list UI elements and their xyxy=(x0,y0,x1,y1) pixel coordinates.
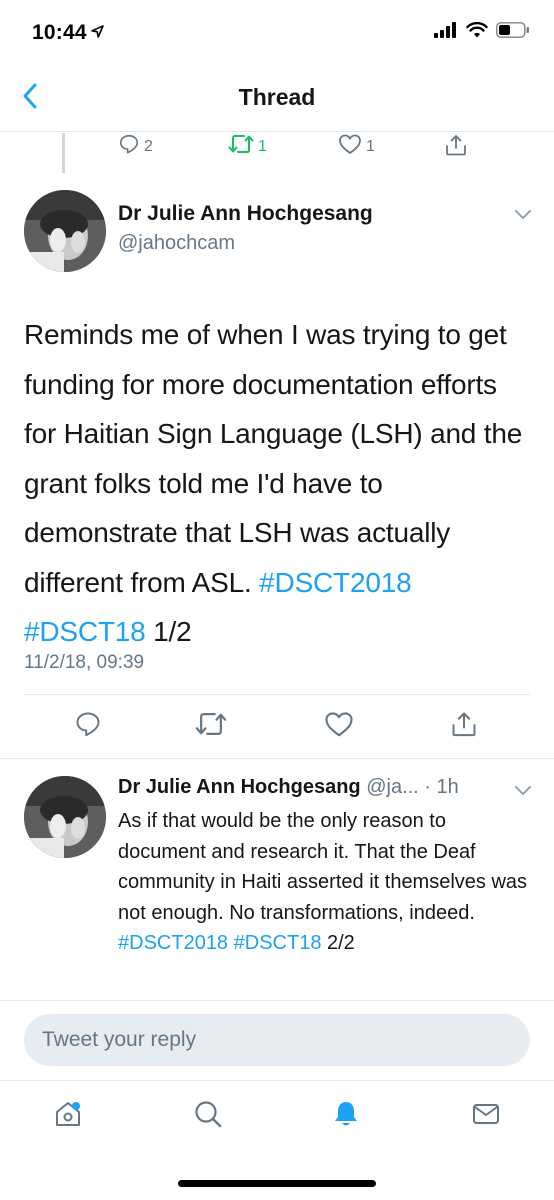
divider xyxy=(0,758,554,759)
wifi-icon xyxy=(466,21,488,43)
retweet-count: 1 xyxy=(258,137,267,155)
share-icon xyxy=(450,712,478,742)
share-icon xyxy=(444,133,468,162)
reply-input[interactable] xyxy=(24,1014,530,1066)
retweet-button[interactable] xyxy=(195,710,227,743)
tab-search[interactable] xyxy=(188,1096,228,1136)
tweet-age: 1h xyxy=(436,776,459,798)
reply-icon xyxy=(74,712,102,742)
thread-counter: 2/2 xyxy=(321,932,355,955)
share-button[interactable] xyxy=(450,710,478,743)
clock-time: 10:44 xyxy=(32,21,87,44)
hashtag-link[interactable]: #DSCT2018 xyxy=(118,932,228,954)
hashtag-link[interactable]: #DSCT18 xyxy=(24,616,146,647)
tab-notifications[interactable] xyxy=(326,1096,366,1136)
notifications-icon xyxy=(331,1099,361,1134)
reply-count: 2 xyxy=(144,137,153,155)
thread-counter: 1/2 xyxy=(145,616,192,647)
reply-button[interactable] xyxy=(74,710,102,743)
previous-tweet-actions: 2 1 1 xyxy=(0,133,554,161)
retweet-icon xyxy=(228,133,254,160)
location-arrow-icon xyxy=(90,20,104,44)
like-button[interactable]: 1 xyxy=(338,133,375,160)
retweet-icon xyxy=(195,713,227,742)
divider xyxy=(0,1080,554,1081)
reply-tweet[interactable]: Dr Julie Ann Hochgesang @ja... · 1h As i… xyxy=(0,760,554,1000)
battery-icon xyxy=(496,22,530,43)
tweet-options-button[interactable] xyxy=(514,208,532,226)
hashtag-link[interactable]: #DSCT18 xyxy=(234,932,322,954)
tab-bar xyxy=(0,1082,554,1152)
reply-button[interactable]: 2 xyxy=(118,133,153,160)
avatar[interactable] xyxy=(24,776,106,858)
tab-messages[interactable] xyxy=(466,1096,506,1136)
avatar[interactable] xyxy=(24,190,106,272)
divider xyxy=(0,1000,554,1001)
page-title: Thread xyxy=(238,84,316,110)
status-icons xyxy=(434,21,530,43)
home-indicator[interactable] xyxy=(178,1180,376,1187)
signal-icon xyxy=(434,22,458,43)
like-icon xyxy=(324,712,354,742)
author-name[interactable]: Dr Julie Ann Hochgesang xyxy=(118,776,361,798)
tab-home[interactable] xyxy=(48,1096,88,1136)
tweet-timestamp: 11/2/18, 09:39 xyxy=(24,652,145,673)
tweet-text: Reminds me of when I was trying to get f… xyxy=(24,310,534,657)
reply-composer xyxy=(24,1014,530,1066)
hashtag-link[interactable]: #DSCT2018 xyxy=(259,567,411,598)
like-button[interactable] xyxy=(324,710,354,743)
new-content-dot xyxy=(72,1102,80,1110)
like-count: 1 xyxy=(366,137,375,155)
main-tweet-actions xyxy=(0,710,554,746)
status-time: 10:44 xyxy=(32,20,104,45)
tweet-body: As if that would be the only reason to d… xyxy=(118,810,528,924)
author-name[interactable]: Dr Julie Ann Hochgesang xyxy=(118,202,373,226)
retweet-button[interactable]: 1 xyxy=(228,133,267,160)
chevron-down-icon xyxy=(514,784,532,801)
reply-header: Dr Julie Ann Hochgesang @ja... · 1h xyxy=(118,776,459,799)
search-icon xyxy=(193,1099,223,1134)
author-handle[interactable]: @ja... xyxy=(366,776,419,798)
chevron-down-icon xyxy=(514,208,532,225)
nav-bar: Thread xyxy=(0,64,554,132)
reply-icon xyxy=(118,133,140,160)
like-icon xyxy=(338,133,362,160)
divider xyxy=(24,694,530,695)
tweet-text: As if that would be the only reason to d… xyxy=(118,806,538,959)
status-bar: 10:44 xyxy=(0,0,554,64)
separator: · xyxy=(418,776,437,798)
tweet-options-button[interactable] xyxy=(514,784,532,802)
messages-icon xyxy=(471,1099,501,1134)
tweet-body: Reminds me of when I was trying to get f… xyxy=(24,319,523,598)
share-button[interactable] xyxy=(444,133,468,162)
author-handle[interactable]: @jahochcam xyxy=(118,232,235,255)
